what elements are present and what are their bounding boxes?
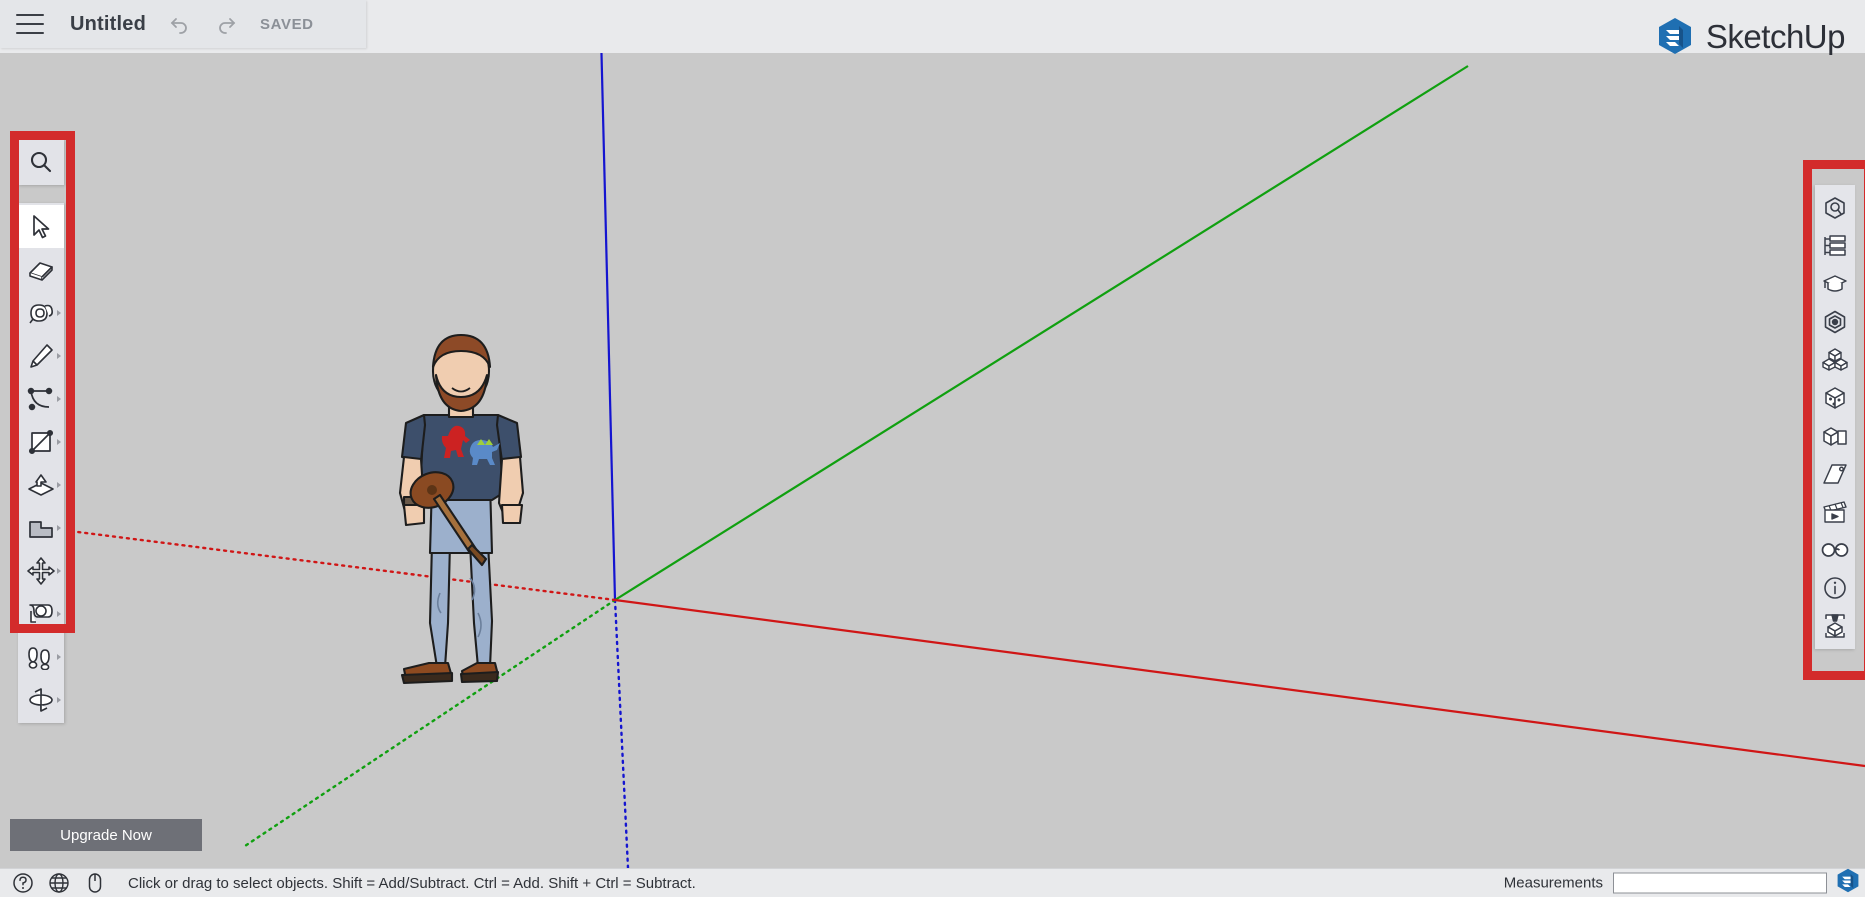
push-pull-icon [28, 473, 54, 496]
sketchup-app-window: .ax { stroke-width: 2.2; fill: none; } .… [0, 0, 1865, 897]
top-bar: Untitled SAVED SketchUp [0, 0, 1865, 56]
redo-arrow-icon[interactable] [214, 12, 238, 36]
save-state-label: SAVED [260, 15, 314, 33]
styles-cube-icon [1825, 387, 1845, 409]
panel-instructor[interactable] [1815, 265, 1855, 303]
tape-measure-icon [29, 603, 53, 623]
sketchup-brand-text: SketchUp [1705, 17, 1846, 55]
arc-icon [27, 387, 53, 410]
cubes-group-icon [1823, 427, 1847, 446]
hamburger-menu-icon[interactable] [16, 14, 44, 34]
tool-push-pull[interactable] [18, 463, 64, 506]
flyout-arrow-icon [57, 438, 61, 445]
measurements-group: Measurements [1503, 872, 1827, 894]
info-circle-icon [1824, 577, 1846, 599]
footprints-icon [28, 646, 50, 670]
mouse-icon [88, 873, 102, 893]
glasses-icon [1821, 543, 1849, 557]
status-message: Click or drag to select objects. Shift =… [128, 874, 696, 892]
blue-axis-z [600, 53, 617, 601]
flyout-arrow-icon [57, 610, 61, 617]
status-bar-logo[interactable] [1835, 868, 1861, 897]
pencil-icon [30, 343, 53, 368]
undo-redo-group [168, 12, 238, 36]
offset-icon [29, 520, 53, 538]
tool-line[interactable] [18, 334, 64, 377]
cursor-arrow-icon [33, 214, 50, 238]
panel-entity-info[interactable] [1815, 417, 1855, 455]
red-axis-x [614, 598, 1865, 768]
flyout-arrow-icon [57, 309, 61, 316]
panel-model-info[interactable] [1815, 569, 1855, 607]
flyout-arrow-icon [57, 653, 61, 660]
paint-bucket-icon [29, 303, 53, 323]
tool-search[interactable] [18, 139, 64, 185]
panel-styles[interactable] [1815, 379, 1855, 417]
tool-paint-bucket[interactable] [18, 291, 64, 334]
panel-scenes[interactable] [1815, 493, 1855, 531]
left-toolbar [18, 203, 64, 723]
globe-icon [49, 873, 69, 893]
move-arrows-icon [27, 556, 55, 585]
sketchup-logo-mark-icon [1837, 868, 1859, 893]
stacked-cubes-icon [1822, 348, 1848, 371]
tool-arc[interactable] [18, 377, 64, 420]
panel-search-in-model[interactable] [1815, 189, 1855, 227]
panel-tags[interactable] [1815, 455, 1855, 493]
panel-materials[interactable] [1815, 303, 1855, 341]
tool-walk[interactable] [18, 635, 64, 678]
tool-tape-measure[interactable] [18, 592, 64, 635]
sketchup-logo-icon [1658, 18, 1691, 54]
upgrade-now-button[interactable]: Upgrade Now [10, 819, 202, 851]
flyout-arrow-icon [57, 567, 61, 574]
mouse-button[interactable] [84, 872, 106, 894]
tag-label-icon [1823, 464, 1847, 484]
status-bar: Click or drag to select objects. Shift =… [0, 868, 1865, 897]
rectangle-icon [28, 429, 54, 454]
tool-move[interactable] [18, 549, 64, 592]
question-circle-icon [13, 873, 33, 893]
eraser-icon [29, 261, 53, 281]
measurements-label: Measurements [1503, 874, 1603, 892]
flyout-arrow-icon [57, 352, 61, 359]
tool-orbit[interactable] [18, 678, 64, 721]
orbit-icon [29, 687, 53, 712]
globe-button[interactable] [48, 872, 70, 894]
green-axis-y-negative [243, 598, 617, 848]
blue-axis-z-negative [613, 598, 630, 868]
sketchup-brand: SketchUp [1655, 16, 1846, 56]
panel-display[interactable] [1815, 531, 1855, 569]
undo-arrow-icon[interactable] [168, 12, 192, 36]
tool-rectangle[interactable] [18, 420, 64, 463]
hexagon-material-icon [1824, 310, 1846, 334]
scale-figure-person[interactable] [398, 333, 525, 685]
right-toolbar [1815, 185, 1855, 649]
panel-3d-print[interactable] [1815, 607, 1855, 645]
panel-components[interactable] [1815, 341, 1855, 379]
flyout-arrow-icon [57, 481, 61, 488]
tool-offset[interactable] [18, 506, 64, 549]
panel-outliner[interactable] [1815, 227, 1855, 265]
top-bar-left-group: Untitled SAVED [0, 0, 366, 48]
viewport-canvas: .ax { stroke-width: 2.2; fill: none; } .… [68, 53, 1865, 868]
cube-magnifier-icon [1825, 197, 1845, 219]
tool-select[interactable] [18, 205, 64, 248]
status-bar-icons [12, 872, 106, 894]
document-title[interactable]: Untitled [70, 13, 146, 36]
flyout-arrow-icon [57, 524, 61, 531]
red-axis-x-negative [68, 529, 617, 602]
film-clapper-icon [1823, 501, 1847, 523]
graduation-cap-icon [1823, 275, 1847, 292]
flyout-arrow-icon [57, 395, 61, 402]
model-viewport[interactable]: .ax { stroke-width: 2.2; fill: none; } .… [0, 53, 1865, 868]
magnifier-icon [30, 151, 52, 173]
print-box-icon [1825, 614, 1845, 638]
tool-eraser[interactable] [18, 248, 64, 291]
measurements-input[interactable] [1613, 872, 1827, 894]
help-button[interactable] [12, 872, 34, 894]
outliner-list-icon [1824, 235, 1846, 256]
flyout-arrow-icon [57, 696, 61, 703]
green-axis-y [614, 65, 1469, 601]
